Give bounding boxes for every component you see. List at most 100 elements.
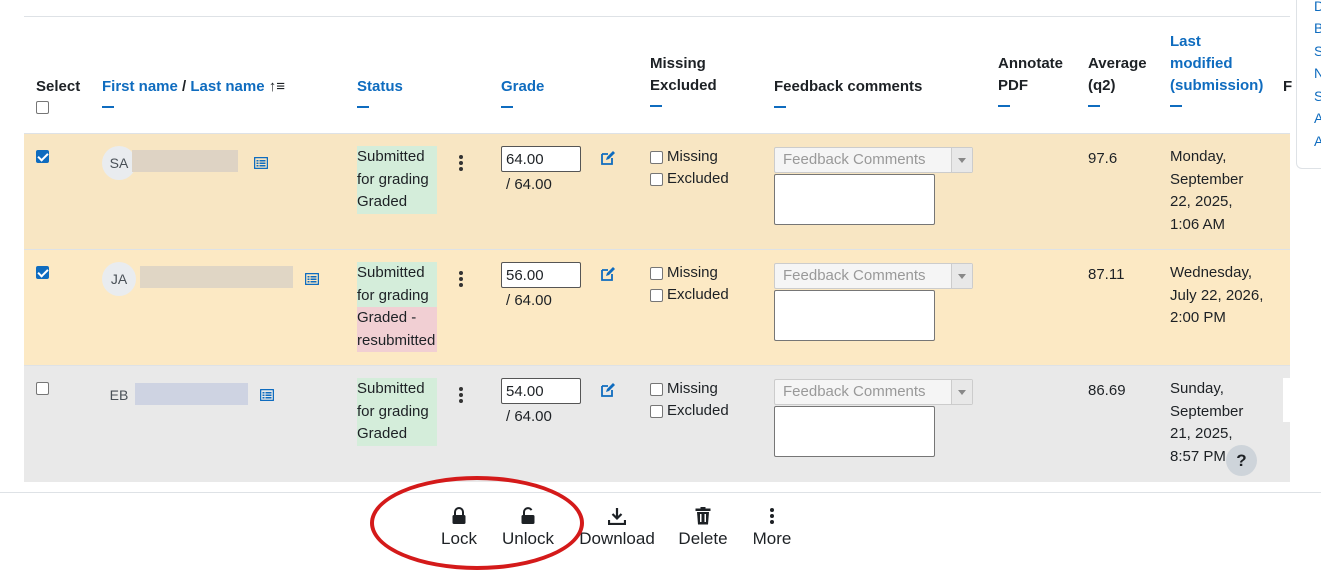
- sort-last-modified-link[interactable]: (submission): [1170, 77, 1263, 94]
- sort-status-link[interactable]: Status: [357, 78, 403, 95]
- excluded-option[interactable]: Excluded: [650, 284, 729, 306]
- last-modified-line: Sunday,: [1170, 380, 1224, 397]
- sort-grade-link[interactable]: Grade: [501, 78, 544, 95]
- excluded-checkbox[interactable]: [650, 172, 663, 186]
- status-cell: Submitted for grading Graded: [357, 146, 437, 214]
- last-modified-cell: Wednesday, July 22, 2026, 2:00 PM: [1170, 262, 1263, 330]
- avatar: SA: [102, 146, 136, 180]
- header-name: First name / Last name ↑≡: [102, 76, 285, 108]
- last-modified-line: 2:00 PM: [1170, 309, 1226, 326]
- avatar: EB: [109, 387, 129, 403]
- side-panel-link[interactable]: S: [1314, 43, 1321, 59]
- table-top-border: [24, 16, 1290, 17]
- header-select: Select: [36, 76, 80, 98]
- missing-checkbox[interactable]: [650, 382, 663, 396]
- user-details-icon[interactable]: [260, 389, 274, 401]
- missing-checkbox[interactable]: [650, 266, 663, 280]
- side-panel-link[interactable]: A: [1314, 110, 1321, 126]
- sort-last-name-link[interactable]: Last name: [190, 78, 264, 95]
- collapse-column-icon[interactable]: [357, 106, 369, 108]
- header-last-modified: Last modified (submission): [1170, 31, 1263, 107]
- collapse-column-icon[interactable]: [1170, 105, 1182, 107]
- kebab-menu-icon: [770, 508, 774, 524]
- missing-option[interactable]: Missing: [650, 262, 718, 284]
- status-graded-resubmitted: resubmitted: [357, 329, 437, 352]
- feedback-textarea[interactable]: [774, 406, 935, 457]
- excluded-label: Excluded: [667, 170, 729, 187]
- last-modified-line: July 22, 2026,: [1170, 286, 1264, 304]
- edit-grade-icon[interactable]: [600, 150, 616, 166]
- row-select-checkbox[interactable]: [36, 382, 49, 395]
- side-panel-link[interactable]: A: [1314, 133, 1321, 149]
- header-excluded-label: Excluded: [650, 77, 717, 94]
- avatar: JA: [102, 262, 136, 296]
- highlight-annotation: [370, 476, 584, 570]
- edit-grade-icon[interactable]: [600, 382, 616, 398]
- missing-checkbox[interactable]: [650, 150, 663, 164]
- status-cell: Submitted for grading Graded: [357, 378, 437, 446]
- feedback-placeholder: Feedback Comments: [783, 383, 926, 400]
- missing-label: Missing: [667, 380, 718, 397]
- header-annotate-label: Annotate: [998, 55, 1063, 72]
- grade-max: / 64.00: [506, 292, 552, 309]
- feedback-textarea[interactable]: [774, 174, 935, 225]
- sort-first-name-link[interactable]: First name: [102, 78, 178, 95]
- feedback-comments-select[interactable]: Feedback Comments: [774, 263, 973, 289]
- excluded-option[interactable]: Excluded: [650, 168, 729, 190]
- status-submitted: for grading: [357, 284, 437, 307]
- collapse-column-icon[interactable]: [1088, 105, 1100, 107]
- collapse-column-icon[interactable]: [650, 105, 662, 107]
- row-select-checkbox[interactable]: [36, 150, 49, 163]
- header-average: Average (q2): [1088, 53, 1147, 107]
- feedback-comments-select[interactable]: Feedback Comments: [774, 147, 973, 173]
- grade-input[interactable]: 64.00: [501, 146, 581, 172]
- feedback-placeholder: Feedback Comments: [783, 267, 926, 284]
- feedback-comments-select[interactable]: Feedback Comments: [774, 379, 973, 405]
- redacted-name: [132, 150, 238, 172]
- side-panel-link[interactable]: N: [1314, 65, 1321, 81]
- side-panel-link[interactable]: D: [1314, 0, 1321, 14]
- status-submitted: Submitted: [357, 146, 437, 169]
- actions-menu-icon[interactable]: [459, 155, 463, 171]
- more-button[interactable]: More: [750, 507, 794, 549]
- collapse-column-icon[interactable]: [998, 105, 1010, 107]
- excluded-checkbox[interactable]: [650, 404, 663, 418]
- download-button[interactable]: Download: [578, 507, 656, 549]
- actions-menu-icon[interactable]: [459, 387, 463, 403]
- header-cut-off: F: [1283, 76, 1292, 98]
- side-panel-link[interactable]: S: [1314, 88, 1321, 104]
- collapse-column-icon[interactable]: [102, 106, 114, 108]
- excluded-option[interactable]: Excluded: [650, 400, 729, 422]
- header-select-label: Select: [36, 78, 81, 95]
- select-all-checkbox[interactable]: [36, 101, 49, 114]
- delete-button[interactable]: Delete: [676, 507, 730, 549]
- redacted-name: [135, 383, 248, 405]
- collapse-column-icon[interactable]: [774, 106, 786, 108]
- chevron-down-icon: [951, 264, 972, 288]
- collapse-column-icon[interactable]: [501, 106, 513, 108]
- header-annotate-pdf: Annotate PDF: [998, 53, 1063, 107]
- status-submitted: for grading: [357, 168, 437, 191]
- help-button[interactable]: ?: [1226, 445, 1257, 476]
- user-details-icon[interactable]: [305, 273, 319, 285]
- cut-off-cell: [1283, 378, 1291, 422]
- edit-grade-icon[interactable]: [600, 266, 616, 282]
- last-modified-line: Wednesday,: [1170, 264, 1252, 281]
- user-details-icon[interactable]: [254, 157, 268, 169]
- header-cut-label: F: [1283, 78, 1293, 95]
- trash-icon: [695, 507, 711, 525]
- grade-input[interactable]: 56.00: [501, 262, 581, 288]
- side-panel-link[interactable]: B: [1314, 20, 1321, 36]
- row-select-checkbox[interactable]: [36, 266, 49, 279]
- missing-option[interactable]: Missing: [650, 378, 718, 400]
- actions-menu-icon[interactable]: [459, 271, 463, 287]
- missing-option[interactable]: Missing: [650, 146, 718, 168]
- sort-ascending-icon: ↑≡: [268, 78, 286, 95]
- grade-max: / 64.00: [506, 408, 552, 425]
- grade-input[interactable]: 54.00: [501, 378, 581, 404]
- sort-last-modified-link[interactable]: Last: [1170, 33, 1201, 50]
- feedback-textarea[interactable]: [774, 290, 935, 341]
- header-feedback: Feedback comments: [774, 76, 922, 108]
- excluded-checkbox[interactable]: [650, 288, 663, 302]
- sort-last-modified-link[interactable]: modified: [1170, 55, 1233, 72]
